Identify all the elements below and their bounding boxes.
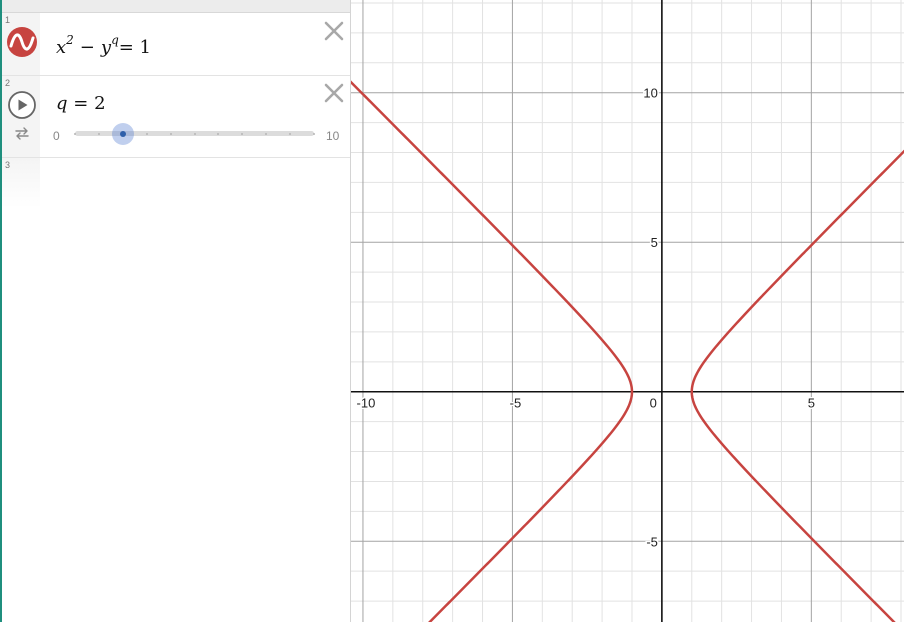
equation-rhs: = 1 (118, 37, 152, 58)
expression-gutter: 1 (2, 13, 40, 75)
x-tick-label: 5 (808, 396, 815, 411)
term-exponent: 2 (66, 33, 74, 47)
delete-expression-button[interactable] (323, 82, 345, 104)
slider-tick (145, 133, 148, 135)
slider-handle[interactable] (119, 131, 126, 137)
expression-row-3[interactable]: 3 (2, 158, 350, 208)
y-tick-label: 5 (651, 235, 658, 250)
graph-paper[interactable]: -10 -5 0 5 10 5 -5 (351, 0, 904, 622)
expression-index: 3 (5, 160, 11, 170)
x-tick-label: -10 (357, 396, 376, 411)
expression-index: 1 (5, 15, 11, 25)
expression-gutter: 2 (2, 76, 40, 157)
close-icon (324, 21, 344, 41)
graph-wave-icon[interactable] (6, 26, 38, 63)
curves (351, 0, 904, 622)
term-base: x (56, 37, 67, 58)
expression-gutter: 3 (2, 158, 40, 208)
slider-tick (74, 133, 76, 135)
expression-row-1[interactable]: 1 x2− yq= 1 (2, 13, 350, 76)
graph-canvas[interactable]: -10 -5 0 5 10 5 -5 (351, 0, 904, 622)
term-base: y (100, 37, 112, 58)
expression-index: 2 (5, 78, 11, 88)
slider-min-label[interactable]: 0 (53, 129, 60, 143)
expression-row-2[interactable]: 2 q = 2 0 10 (2, 76, 350, 158)
expression-list-header (2, 0, 350, 13)
slider-tick (313, 133, 315, 135)
slider-max-label[interactable]: 10 (326, 129, 339, 143)
slider-tick (193, 133, 196, 135)
slider-tick (169, 133, 172, 135)
minor-gridlines (351, 0, 904, 622)
slider-tick (97, 133, 100, 135)
variable-name: q (56, 93, 68, 114)
x-tick-label: -5 (510, 396, 522, 411)
loop-icon[interactable] (14, 126, 30, 145)
axes (351, 0, 904, 622)
y-tick-label: -5 (646, 534, 658, 549)
expression-input[interactable]: q = 2 (56, 93, 106, 114)
operator: − (79, 37, 95, 58)
x-tick-label: 0 (650, 396, 657, 411)
variable-value: = 2 (73, 93, 106, 114)
expression-list: 1 x2− yq= 1 2 q = 2 0 10 3 (0, 0, 351, 622)
term-exponent: q (111, 33, 119, 47)
y-tick-label: 10 (643, 86, 657, 101)
close-icon (324, 83, 344, 103)
play-icon[interactable] (7, 90, 37, 125)
hyperbola-right-branch[interactable] (690, 0, 904, 622)
major-gridlines (351, 0, 904, 622)
delete-expression-button[interactable] (323, 20, 345, 42)
expression-input[interactable]: x2− yq= 1 (56, 33, 152, 58)
